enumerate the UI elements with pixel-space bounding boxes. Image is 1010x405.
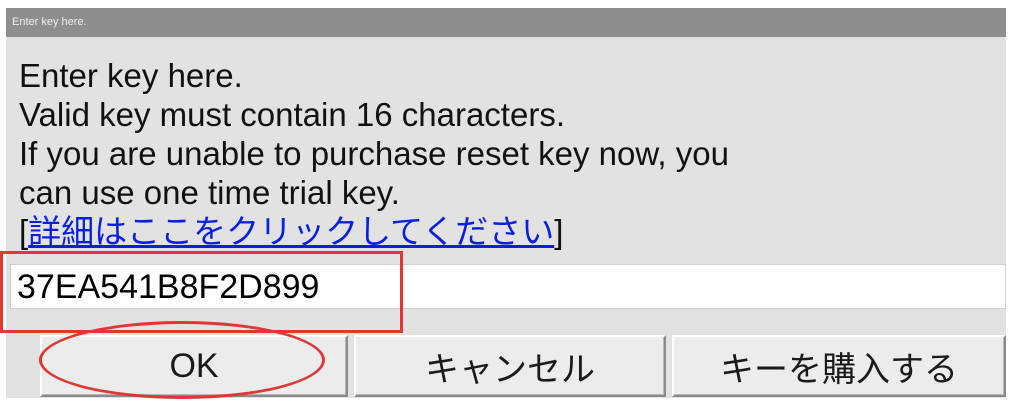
ok-button[interactable]: OK	[40, 335, 348, 397]
cancel-button[interactable]: キャンセル	[354, 335, 666, 397]
message-line: Valid key must contain 16 characters.	[19, 96, 565, 133]
link-bracket-close: ]	[554, 213, 564, 250]
details-link[interactable]: 詳細はここをクリックしてください	[28, 213, 554, 250]
message-line: Enter key here.	[19, 57, 243, 94]
buy-key-button[interactable]: キーを購入する	[672, 335, 1006, 397]
message-text: Enter key here. Valid key must contain 1…	[19, 56, 729, 251]
message-line: If you are unable to purchase reset key …	[19, 135, 729, 172]
window-title: Enter key here.	[12, 16, 87, 28]
key-field	[10, 264, 1006, 309]
key-input[interactable]	[11, 265, 1005, 308]
title-bar: Enter key here.	[6, 8, 1006, 37]
link-bracket-open: [	[19, 213, 29, 250]
key-dialog: Enter key here. Enter key here. Valid ke…	[6, 8, 1006, 398]
message-line: can use one time trial key.	[19, 174, 400, 211]
details-link-line: [詳細はここをクリックしてください]	[19, 212, 729, 251]
